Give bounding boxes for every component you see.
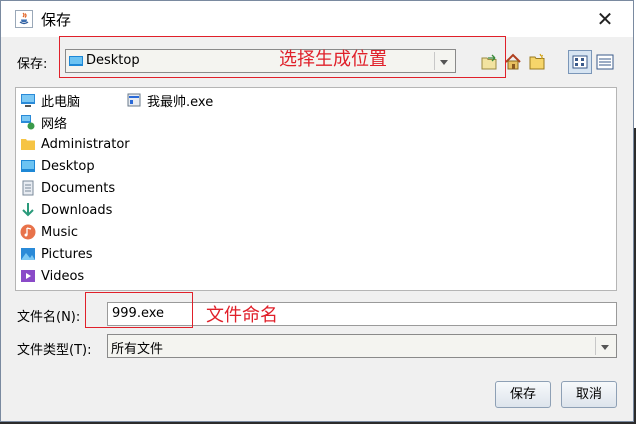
close-icon: ✕ <box>596 7 614 31</box>
list-item[interactable]: Downloads <box>20 200 112 220</box>
file-name: Videos <box>41 268 85 284</box>
file-name: 网络 <box>41 116 68 132</box>
list-view-icon <box>572 55 588 69</box>
list-item[interactable]: 此电脑 <box>20 90 80 110</box>
list-item[interactable]: Music <box>20 222 78 242</box>
list-item[interactable]: Videos <box>20 266 84 286</box>
list-item[interactable]: 网络 <box>20 112 67 132</box>
folder-icon <box>21 139 35 150</box>
file-name: 此电脑 <box>41 94 81 110</box>
pictures-icon <box>21 248 35 260</box>
videos-icon <box>21 270 35 282</box>
list-item[interactable]: Administrator <box>20 134 130 154</box>
computer-icon <box>21 94 35 107</box>
desktop-icon <box>21 160 35 172</box>
exe-file-icon <box>127 93 141 107</box>
documents-icon <box>22 180 34 196</box>
list-item[interactable]: 我最帅.exe <box>126 90 213 110</box>
annotation-location: 选择生成位置 <box>279 49 387 70</box>
home-icon[interactable] <box>503 52 523 72</box>
filetype-combo[interactable]: 所有文件 <box>107 334 617 358</box>
file-name: Downloads <box>41 202 113 218</box>
cancel-button[interactable]: 取消 <box>561 381 617 408</box>
chevron-down-icon <box>595 337 614 355</box>
filetype-value: 所有文件 <box>111 342 164 357</box>
downloads-icon <box>22 203 34 217</box>
list-item[interactable]: Pictures <box>20 244 92 264</box>
list-item[interactable]: Documents <box>20 178 115 198</box>
filetype-label: 文件类型(T): <box>17 343 92 358</box>
file-name: Documents <box>41 180 116 196</box>
close-button[interactable]: ✕ <box>591 5 619 33</box>
file-name: 我最帅.exe <box>147 94 214 110</box>
save-dialog: 保存 ✕ 保存: Desktop 此电脑 网络 Administrator De… <box>0 0 634 422</box>
list-item[interactable]: Desktop <box>20 156 95 176</box>
window-title: 保存 <box>41 11 72 29</box>
network-icon <box>21 115 35 130</box>
save-in-label: 保存: <box>17 57 48 72</box>
list-view-button[interactable] <box>568 50 592 74</box>
java-app-icon <box>15 10 33 28</box>
file-name: Administrator <box>41 136 130 152</box>
highlight-box-filename <box>85 292 193 328</box>
title-bar: 保存 ✕ <box>1 1 633 37</box>
details-view-icon[interactable] <box>595 52 615 72</box>
file-name: Pictures <box>41 246 93 262</box>
filename-label: 文件名(N): <box>17 310 81 325</box>
save-button[interactable]: 保存 <box>495 381 551 408</box>
annotation-naming: 文件命名 <box>206 305 278 326</box>
music-icon <box>20 224 36 240</box>
file-name: Music <box>41 224 78 240</box>
new-folder-icon[interactable] <box>527 52 547 72</box>
file-list[interactable]: 此电脑 网络 Administrator Desktop Documents D… <box>15 87 617 291</box>
file-name: Desktop <box>41 158 95 174</box>
